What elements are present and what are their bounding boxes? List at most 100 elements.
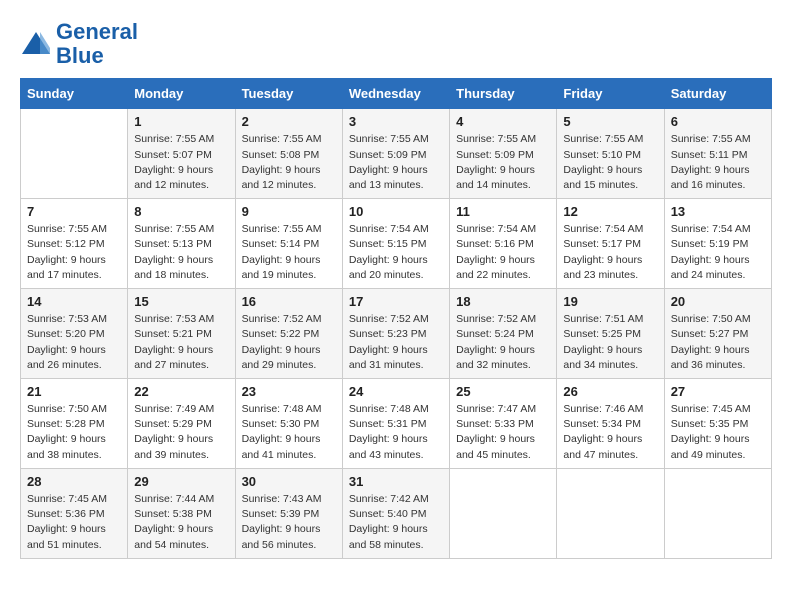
day-number: 1 xyxy=(134,114,228,129)
calendar-cell: 21 Sunrise: 7:50 AMSunset: 5:28 PMDayligh… xyxy=(21,379,128,469)
calendar-cell: 18Sunrise: 7:52 AMSunset: 5:24 PMDayligh… xyxy=(450,289,557,379)
calendar-cell: 11 Sunrise: 7:54 AMSunset: 5:16 PMDayligh… xyxy=(450,199,557,289)
calendar-cell xyxy=(664,468,771,558)
calendar-cell: 13 Sunrise: 7:54 AMSunset: 5:19 PMDayligh… xyxy=(664,199,771,289)
day-number: 11 xyxy=(456,204,550,219)
day-number: 8 xyxy=(134,204,228,219)
header-day: Tuesday xyxy=(235,79,342,109)
day-number: 24 xyxy=(349,384,443,399)
day-info: Sunrise: 7:50 AMSunset: 5:28 PMDaylight:… xyxy=(27,402,121,463)
calendar-week: 1 Sunrise: 7:55 AMSunset: 5:07 PMDaylight… xyxy=(21,109,772,199)
calendar-cell: 14 Sunrise: 7:53 AMSunset: 5:20 PMDayligh… xyxy=(21,289,128,379)
calendar-cell: 2 Sunrise: 7:55 AMSunset: 5:08 PMDaylight… xyxy=(235,109,342,199)
day-info: Sunrise: 7:49 AMSunset: 5:29 PMDaylight:… xyxy=(134,402,228,463)
logo-blue: Blue xyxy=(56,43,104,68)
day-number: 27 xyxy=(671,384,765,399)
header-row: SundayMondayTuesdayWednesdayThursdayFrid… xyxy=(21,79,772,109)
header-day: Saturday xyxy=(664,79,771,109)
day-number: 6 xyxy=(671,114,765,129)
calendar-cell: 15 Sunrise: 7:53 AMSunset: 5:21 PMDayligh… xyxy=(128,289,235,379)
day-number: 22 xyxy=(134,384,228,399)
day-number: 23 xyxy=(242,384,336,399)
day-number: 2 xyxy=(242,114,336,129)
logo: General Blue xyxy=(20,20,138,68)
day-number: 4 xyxy=(456,114,550,129)
day-info: Sunrise: 7:48 AMSunset: 5:31 PMDaylight:… xyxy=(349,402,443,463)
calendar-week: 14 Sunrise: 7:53 AMSunset: 5:20 PMDayligh… xyxy=(21,289,772,379)
calendar-week: 28 Sunrise: 7:45 AMSunset: 5:36 PMDayligh… xyxy=(21,468,772,558)
day-info: Sunrise: 7:50 AMSunset: 5:27 PMDaylight:… xyxy=(671,312,765,373)
day-number: 31 xyxy=(349,474,443,489)
calendar-week: 21 Sunrise: 7:50 AMSunset: 5:28 PMDayligh… xyxy=(21,379,772,469)
day-info: Sunrise: 7:52 AMSunset: 5:23 PMDaylight:… xyxy=(349,312,443,373)
day-info: Sunrise: 7:55 AMSunset: 5:10 PMDaylight:… xyxy=(563,132,657,193)
calendar-cell: 27 Sunrise: 7:45 AMSunset: 5:35 PMDayligh… xyxy=(664,379,771,469)
day-number: 28 xyxy=(27,474,121,489)
calendar-cell: 6 Sunrise: 7:55 AMSunset: 5:11 PMDaylight… xyxy=(664,109,771,199)
day-info: Sunrise: 7:43 AMSunset: 5:39 PMDaylight:… xyxy=(242,492,336,553)
day-info: Sunrise: 7:53 AMSunset: 5:21 PMDaylight:… xyxy=(134,312,228,373)
day-number: 16 xyxy=(242,294,336,309)
day-info: Sunrise: 7:48 AMSunset: 5:30 PMDaylight:… xyxy=(242,402,336,463)
day-info: Sunrise: 7:55 AMSunset: 5:08 PMDaylight:… xyxy=(242,132,336,193)
calendar-header: SundayMondayTuesdayWednesdayThursdayFrid… xyxy=(21,79,772,109)
day-info: Sunrise: 7:55 AMSunset: 5:14 PMDaylight:… xyxy=(242,222,336,283)
calendar-cell: 1 Sunrise: 7:55 AMSunset: 5:07 PMDaylight… xyxy=(128,109,235,199)
day-info: Sunrise: 7:55 AMSunset: 5:11 PMDaylight:… xyxy=(671,132,765,193)
calendar-week: 7Sunrise: 7:55 AMSunset: 5:12 PMDaylight… xyxy=(21,199,772,289)
day-number: 17 xyxy=(349,294,443,309)
day-info: Sunrise: 7:55 AMSunset: 5:12 PMDaylight:… xyxy=(27,222,121,283)
logo-general: General xyxy=(56,19,138,44)
day-info: Sunrise: 7:54 AMSunset: 5:16 PMDaylight:… xyxy=(456,222,550,283)
logo-icon xyxy=(20,30,52,58)
calendar-cell: 23 Sunrise: 7:48 AMSunset: 5:30 PMDayligh… xyxy=(235,379,342,469)
header-day: Monday xyxy=(128,79,235,109)
day-number: 9 xyxy=(242,204,336,219)
calendar-cell: 30Sunrise: 7:43 AMSunset: 5:39 PMDayligh… xyxy=(235,468,342,558)
calendar-cell: 25Sunrise: 7:47 AMSunset: 5:33 PMDayligh… xyxy=(450,379,557,469)
day-number: 29 xyxy=(134,474,228,489)
day-info: Sunrise: 7:55 AMSunset: 5:07 PMDaylight:… xyxy=(134,132,228,193)
calendar-cell: 7Sunrise: 7:55 AMSunset: 5:12 PMDaylight… xyxy=(21,199,128,289)
calendar-cell: 28 Sunrise: 7:45 AMSunset: 5:36 PMDayligh… xyxy=(21,468,128,558)
day-number: 12 xyxy=(563,204,657,219)
calendar-cell: 10 Sunrise: 7:54 AMSunset: 5:15 PMDayligh… xyxy=(342,199,449,289)
calendar-cell: 12 Sunrise: 7:54 AMSunset: 5:17 PMDayligh… xyxy=(557,199,664,289)
day-info: Sunrise: 7:54 AMSunset: 5:19 PMDaylight:… xyxy=(671,222,765,283)
calendar-cell: 5 Sunrise: 7:55 AMSunset: 5:10 PMDaylight… xyxy=(557,109,664,199)
day-info: Sunrise: 7:51 AMSunset: 5:25 PMDaylight:… xyxy=(563,312,657,373)
header-day: Wednesday xyxy=(342,79,449,109)
day-info: Sunrise: 7:55 AMSunset: 5:09 PMDaylight:… xyxy=(349,132,443,193)
day-number: 26 xyxy=(563,384,657,399)
page-header: General Blue xyxy=(20,20,772,68)
calendar-cell: 4Sunrise: 7:55 AMSunset: 5:09 PMDaylight… xyxy=(450,109,557,199)
calendar-cell: 3 Sunrise: 7:55 AMSunset: 5:09 PMDaylight… xyxy=(342,109,449,199)
day-number: 15 xyxy=(134,294,228,309)
calendar-cell: 8Sunrise: 7:55 AMSunset: 5:13 PMDaylight… xyxy=(128,199,235,289)
day-info: Sunrise: 7:45 AMSunset: 5:35 PMDaylight:… xyxy=(671,402,765,463)
day-number: 19 xyxy=(563,294,657,309)
day-number: 3 xyxy=(349,114,443,129)
day-number: 21 xyxy=(27,384,121,399)
day-info: Sunrise: 7:52 AMSunset: 5:24 PMDaylight:… xyxy=(456,312,550,373)
calendar-cell: 22 Sunrise: 7:49 AMSunset: 5:29 PMDayligh… xyxy=(128,379,235,469)
day-number: 13 xyxy=(671,204,765,219)
calendar-cell: 31 Sunrise: 7:42 AMSunset: 5:40 PMDayligh… xyxy=(342,468,449,558)
calendar-cell: 24 Sunrise: 7:48 AMSunset: 5:31 PMDayligh… xyxy=(342,379,449,469)
calendar-cell xyxy=(450,468,557,558)
calendar-cell: 19 Sunrise: 7:51 AMSunset: 5:25 PMDayligh… xyxy=(557,289,664,379)
day-number: 10 xyxy=(349,204,443,219)
day-number: 14 xyxy=(27,294,121,309)
header-day: Sunday xyxy=(21,79,128,109)
day-info: Sunrise: 7:45 AMSunset: 5:36 PMDaylight:… xyxy=(27,492,121,553)
day-info: Sunrise: 7:54 AMSunset: 5:15 PMDaylight:… xyxy=(349,222,443,283)
day-info: Sunrise: 7:53 AMSunset: 5:20 PMDaylight:… xyxy=(27,312,121,373)
day-number: 5 xyxy=(563,114,657,129)
day-info: Sunrise: 7:42 AMSunset: 5:40 PMDaylight:… xyxy=(349,492,443,553)
day-info: Sunrise: 7:47 AMSunset: 5:33 PMDaylight:… xyxy=(456,402,550,463)
calendar-cell: 9 Sunrise: 7:55 AMSunset: 5:14 PMDaylight… xyxy=(235,199,342,289)
calendar-cell: 29Sunrise: 7:44 AMSunset: 5:38 PMDayligh… xyxy=(128,468,235,558)
header-day: Thursday xyxy=(450,79,557,109)
day-info: Sunrise: 7:54 AMSunset: 5:17 PMDaylight:… xyxy=(563,222,657,283)
calendar-cell xyxy=(557,468,664,558)
